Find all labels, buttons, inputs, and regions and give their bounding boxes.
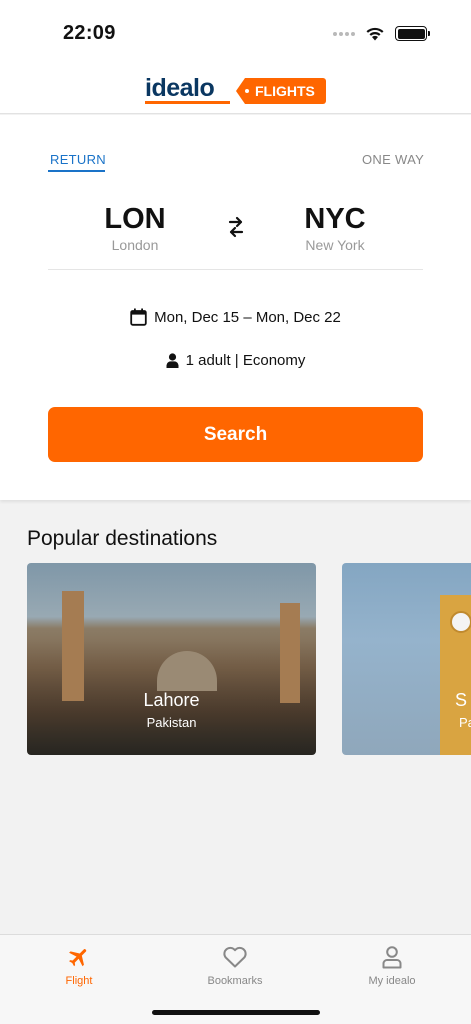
wifi-icon (366, 27, 384, 41)
destination-country: Pakistan (146, 715, 197, 730)
calendar-icon (130, 308, 147, 326)
date-selector[interactable]: Mon, Dec 15 – Mon, Dec 22 (0, 308, 471, 326)
cellular-signal-icon (333, 31, 355, 36)
tab-my-idealo[interactable]: My idealo (332, 945, 452, 987)
app-header: idealo FLIGHTS (0, 62, 471, 114)
route-divider (48, 269, 423, 270)
minaret-right (280, 603, 300, 703)
tab-flight-label: Flight (65, 975, 93, 987)
origin-code[interactable]: LON (70, 203, 200, 236)
flights-tag: FLIGHTS (236, 78, 326, 104)
person-icon (166, 353, 179, 368)
status-icons (333, 26, 430, 41)
destination-name: S (455, 690, 468, 710)
battery-icon (395, 26, 430, 41)
plane-icon (69, 949, 87, 967)
search-button[interactable]: Search (48, 407, 423, 462)
passenger-text: 1 adult | Economy (185, 352, 306, 369)
heart-icon (223, 946, 247, 968)
passenger-selector[interactable]: 1 adult | Economy (0, 352, 471, 369)
origin-city[interactable]: London (70, 237, 200, 253)
dome (157, 651, 217, 691)
home-indicator[interactable] (152, 1010, 320, 1015)
tab-flight[interactable]: Flight (19, 945, 139, 987)
destination-country: Pa (459, 715, 471, 730)
swap-route-icon[interactable] (225, 215, 247, 239)
tab-one-way[interactable]: ONE WAY (362, 152, 424, 167)
destination-name: Lahore (143, 690, 200, 710)
search-card: RETURN ONE WAY LON London NYC New York M… (0, 115, 471, 500)
popular-destinations-title: Popular destinations (27, 527, 218, 550)
logo-underline (145, 101, 230, 104)
tab-bookmarks[interactable]: Bookmarks (175, 945, 295, 987)
tab-return[interactable]: RETURN (50, 152, 106, 167)
status-bar: 22:09 (0, 0, 471, 62)
idealo-logo: idealo (145, 74, 215, 102)
minaret-left (62, 591, 84, 701)
status-time: 22:09 (63, 22, 116, 44)
tab-my-idealo-label: My idealo (368, 975, 416, 987)
destination-city[interactable]: New York (270, 237, 400, 253)
tab-bookmarks-label: Bookmarks (207, 975, 263, 987)
user-icon (382, 946, 402, 969)
destination-card-partial[interactable]: S Pa (342, 563, 471, 755)
tab-return-indicator (48, 170, 105, 172)
date-range-text: Mon, Dec 15 – Mon, Dec 22 (154, 308, 341, 326)
destination-card-lahore[interactable]: Lahore Pakistan (27, 563, 316, 755)
destination-code[interactable]: NYC (270, 203, 400, 236)
clock-face (450, 611, 471, 633)
